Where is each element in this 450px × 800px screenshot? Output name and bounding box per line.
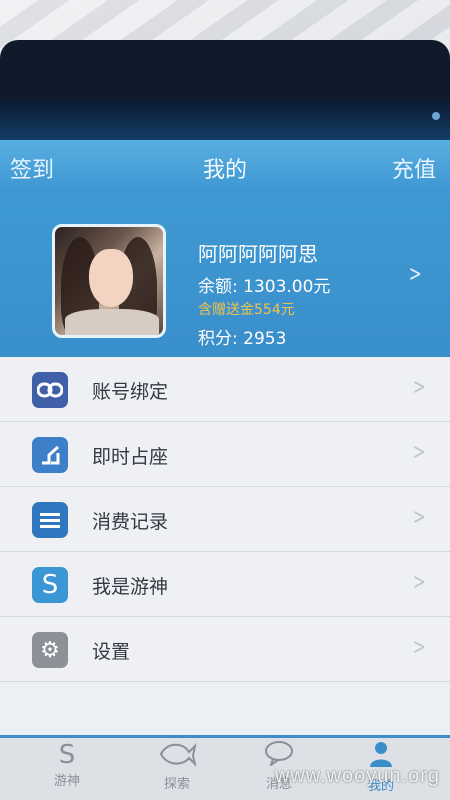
tab-label: 探索: [163, 777, 190, 792]
link-icon: [32, 372, 68, 408]
menu-item-label: 我是游神: [92, 576, 169, 598]
photo-frame: 签到 我的 充值 阿阿阿阿阿思 余额: 1303.00元 含赠送金554元 积分…: [0, 0, 450, 800]
menu-item-label: 即时占座: [92, 446, 169, 468]
phone-device: 签到 我的 充值 阿阿阿阿阿思 余额: 1303.00元 含赠送金554元 积分…: [0, 40, 450, 800]
menu-item-settings[interactable]: ⚙ 设置 >: [0, 617, 450, 682]
recharge-button[interactable]: 充值: [392, 152, 436, 184]
menu-item-instant-seat[interactable]: 即时占座 >: [0, 422, 450, 487]
chevron-right-icon: >: [412, 570, 426, 595]
menu-item-i-am-youshen[interactable]: S 我是游神 >: [0, 552, 450, 617]
list-icon: [32, 502, 68, 538]
watermark: www.wooyun.org: [274, 765, 440, 787]
chevron-right-icon: >: [412, 375, 426, 400]
menu-item-consumption-records[interactable]: 消费记录 >: [0, 487, 450, 552]
points-text: 积分: 2953: [198, 329, 287, 349]
chevron-right-icon: >: [412, 505, 426, 530]
bonus-text: 含赠送金554元: [198, 302, 295, 318]
tab-youshen[interactable]: S 游神: [22, 740, 112, 798]
username: 阿阿阿阿阿思: [198, 242, 318, 266]
avatar-shirt: [65, 309, 159, 335]
page-title: 我的: [202, 158, 247, 183]
s-logo-icon: S: [32, 567, 68, 603]
gear-icon: ⚙: [32, 632, 68, 668]
chevron-right-icon: >: [408, 262, 422, 287]
s-logo-icon: S: [58, 740, 76, 770]
menu-item-label: 账号绑定: [92, 381, 169, 403]
profile-card[interactable]: 阿阿阿阿阿思 余额: 1303.00元 含赠送金554元 积分: 2953 >: [0, 192, 450, 357]
status-indicator: [432, 112, 440, 120]
status-bar: [0, 100, 450, 140]
menu-item-label: 设置: [92, 641, 131, 663]
tab-label: 游神: [53, 774, 80, 789]
menu-list: 账号绑定 > 即时占座 > 消费记录 > S 我是游神 > ⚙ 设置 >: [0, 357, 450, 682]
app-screen: 签到 我的 充值 阿阿阿阿阿思 余额: 1303.00元 含赠送金554元 积分…: [0, 140, 450, 800]
chevron-right-icon: >: [412, 635, 426, 660]
seat-icon: [32, 437, 68, 473]
tab-explore[interactable]: 探索: [132, 740, 222, 798]
balance-text: 余额: 1303.00元: [198, 277, 331, 297]
avatar[interactable]: [52, 224, 166, 338]
avatar-face: [89, 249, 133, 307]
menu-item-label: 消费记录: [92, 511, 169, 533]
tab-bar: S 游神 探索 消息 我的 www.wooyun.org: [0, 735, 450, 800]
chevron-right-icon: >: [412, 440, 426, 465]
menu-item-account-binding[interactable]: 账号绑定 >: [0, 357, 450, 422]
nav-bar: 签到 我的 充值: [0, 140, 450, 192]
fish-icon: [132, 740, 222, 773]
